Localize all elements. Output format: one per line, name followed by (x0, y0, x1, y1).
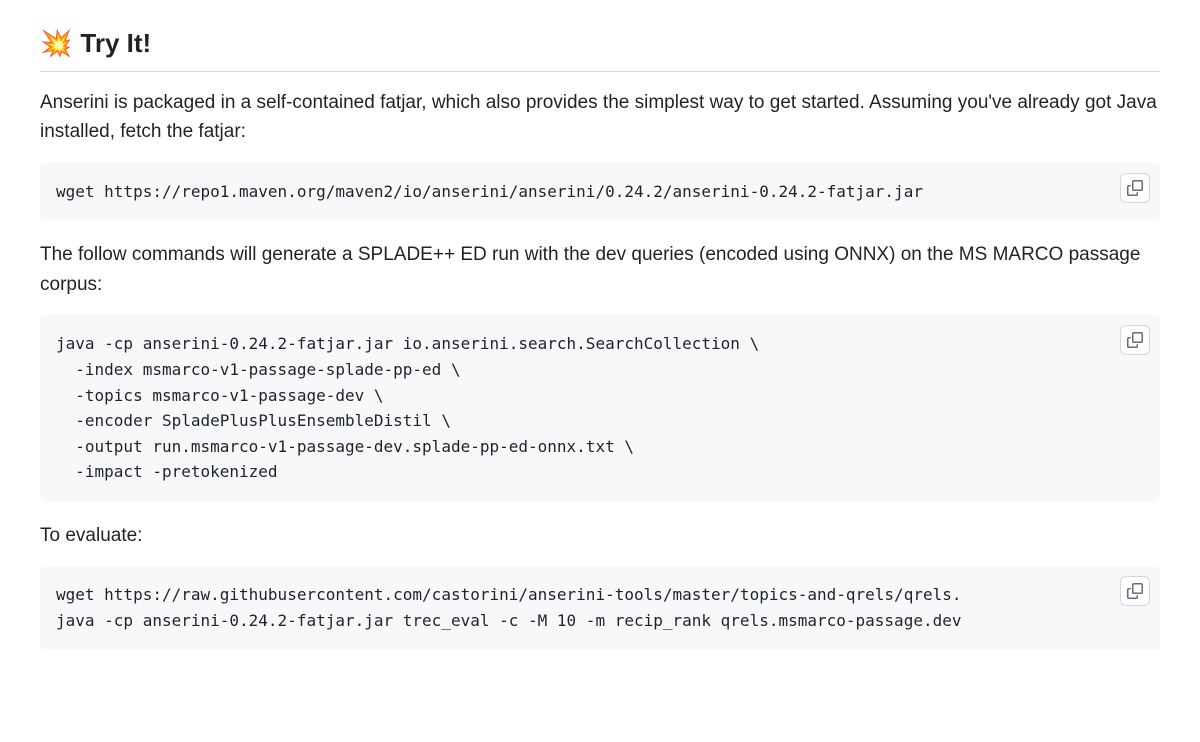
code-content: wget https://repo1.maven.org/maven2/io/a… (56, 179, 1144, 205)
code-block-wget: wget https://repo1.maven.org/maven2/io/a… (40, 163, 1160, 221)
copy-button[interactable] (1120, 173, 1150, 203)
copy-button[interactable] (1120, 325, 1150, 355)
intro-paragraph: Anserini is packaged in a self-contained… (40, 88, 1160, 147)
splade-paragraph: The follow commands will generate a SPLA… (40, 240, 1160, 299)
section-heading: 💥 Try It! (40, 24, 1160, 72)
code-block-java: java -cp anserini-0.24.2-fatjar.jar io.a… (40, 315, 1160, 501)
code-content: wget https://raw.githubusercontent.com/c… (56, 582, 1144, 633)
copy-icon (1127, 332, 1143, 348)
heading-text: Try It! (80, 24, 151, 63)
collision-icon: 💥 (40, 24, 72, 63)
code-block-eval: wget https://raw.githubusercontent.com/c… (40, 566, 1160, 649)
copy-icon (1127, 180, 1143, 196)
code-content: java -cp anserini-0.24.2-fatjar.jar io.a… (56, 331, 1144, 485)
copy-icon (1127, 583, 1143, 599)
copy-button[interactable] (1120, 576, 1150, 606)
evaluate-paragraph: To evaluate: (40, 521, 1160, 550)
